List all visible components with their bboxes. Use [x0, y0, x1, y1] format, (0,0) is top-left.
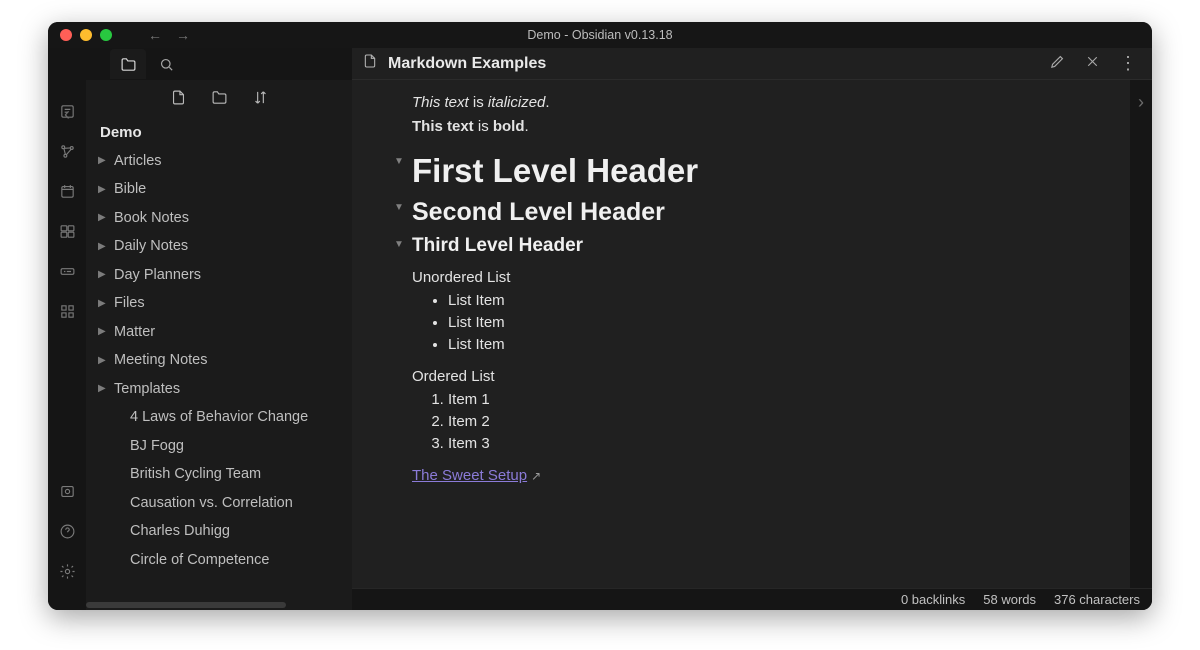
more-options-icon[interactable]: ⋮ [1115, 51, 1142, 76]
main-pane: Markdown Examples ⋮ This text is italici… [352, 48, 1152, 610]
zoom-window-button[interactable] [100, 29, 112, 41]
list-item: List Item [448, 334, 1114, 356]
nav-forward-button[interactable]: → [176, 27, 190, 43]
close-window-button[interactable] [60, 29, 72, 41]
note-title: Markdown Examples [388, 55, 546, 73]
settings-icon[interactable] [58, 562, 76, 580]
status-char-count: 376 characters [1054, 592, 1140, 607]
sidebar-horizontal-scrollbar[interactable] [86, 600, 352, 610]
status-bar: 0 backlinks 58 words 376 characters [352, 588, 1152, 610]
file-item[interactable]: ▶British Cycling Team [86, 460, 352, 488]
folder-item[interactable]: ▶Files [86, 289, 352, 317]
file-item[interactable]: ▶4 Laws of Behavior Change [86, 403, 352, 431]
folder-item[interactable]: ▶Templates [86, 375, 352, 403]
minimize-window-button[interactable] [80, 29, 92, 41]
command-palette-icon[interactable] [58, 262, 76, 280]
left-ribbon [48, 48, 86, 610]
file-explorer-sidebar: ‹ Demo ▶Articles ▶Bible ▶Book Notes ▶Dai… [86, 48, 352, 610]
expand-right-sidebar-icon[interactable]: › [1130, 80, 1152, 588]
list-item: List Item [448, 290, 1114, 312]
note-icon [362, 53, 378, 74]
help-icon[interactable] [58, 522, 76, 540]
heading-2: ▼Second Level Header [412, 198, 1114, 227]
window-title: Demo - Obsidian v0.13.18 [48, 28, 1152, 42]
note-editor[interactable]: This text is italicized. This text is bo… [352, 80, 1130, 588]
graph-view-icon[interactable] [58, 142, 76, 160]
list-item: List Item [448, 312, 1114, 334]
folder-item[interactable]: ▶Articles [86, 147, 352, 175]
folder-item[interactable]: ▶Day Planners [86, 261, 352, 289]
status-backlinks[interactable]: 0 backlinks [901, 592, 965, 607]
vault-icon[interactable] [58, 482, 76, 500]
new-folder-icon[interactable] [211, 89, 228, 111]
calendar-icon[interactable] [58, 182, 76, 200]
folder-item[interactable]: ▶Bible [86, 175, 352, 203]
fold-icon[interactable]: ▼ [394, 239, 404, 250]
heading-3: ▼Third Level Header [412, 235, 1114, 257]
file-tree[interactable]: ▶Articles ▶Bible ▶Book Notes ▶Daily Note… [86, 147, 352, 600]
traffic-lights [48, 29, 112, 41]
file-item[interactable]: ▶Causation vs. Correlation [86, 489, 352, 517]
app-window: ← → Demo - Obsidian v0.13.18 ‹ [48, 22, 1152, 610]
folder-item[interactable]: ▶Matter [86, 318, 352, 346]
file-item[interactable]: ▶Circle of Competence [86, 546, 352, 574]
status-word-count: 58 words [983, 592, 1036, 607]
ordered-list: Item 1 Item 2 Item 3 [412, 389, 1114, 454]
file-item[interactable]: ▶BJ Fogg [86, 432, 352, 460]
folder-item[interactable]: ▶Meeting Notes [86, 346, 352, 374]
paragraph: This text is bold. [412, 116, 1114, 138]
folder-item[interactable]: ▶Daily Notes [86, 232, 352, 260]
sidebar-tabs [86, 48, 352, 80]
folder-item[interactable]: ▶Book Notes [86, 204, 352, 232]
list-item: Item 2 [448, 411, 1114, 433]
plugin-icon[interactable] [58, 302, 76, 320]
file-item[interactable]: ▶Charles Duhigg [86, 517, 352, 545]
titlebar: ← → Demo - Obsidian v0.13.18 [48, 22, 1152, 48]
new-note-icon[interactable] [170, 89, 187, 111]
edit-mode-icon[interactable] [1045, 51, 1070, 77]
list-label: Ordered List [412, 366, 1114, 388]
list-label: Unordered List [412, 267, 1114, 289]
fold-icon[interactable]: ▼ [394, 202, 404, 213]
heading-1: ▼First Level Header [412, 152, 1114, 190]
templates-icon[interactable] [58, 222, 76, 240]
external-link-icon: ↗ [531, 469, 541, 483]
tab-file-explorer[interactable] [110, 49, 146, 79]
close-tab-icon[interactable] [1080, 51, 1105, 77]
tab-search[interactable] [148, 49, 184, 79]
external-link[interactable]: The Sweet Setup [412, 467, 527, 484]
vault-name: Demo [86, 120, 352, 147]
fold-icon[interactable]: ▼ [394, 156, 404, 167]
collapse-sidebar-icon[interactable]: ‹ [64, 104, 70, 125]
sort-icon[interactable] [252, 89, 269, 111]
unordered-list: List Item List Item List Item [412, 290, 1114, 355]
nav-back-button[interactable]: ← [148, 27, 162, 43]
list-item: Item 1 [448, 389, 1114, 411]
paragraph: This text is italicized. [412, 92, 1114, 114]
list-item: Item 3 [448, 433, 1114, 455]
note-tab-header: Markdown Examples ⋮ [352, 48, 1152, 80]
